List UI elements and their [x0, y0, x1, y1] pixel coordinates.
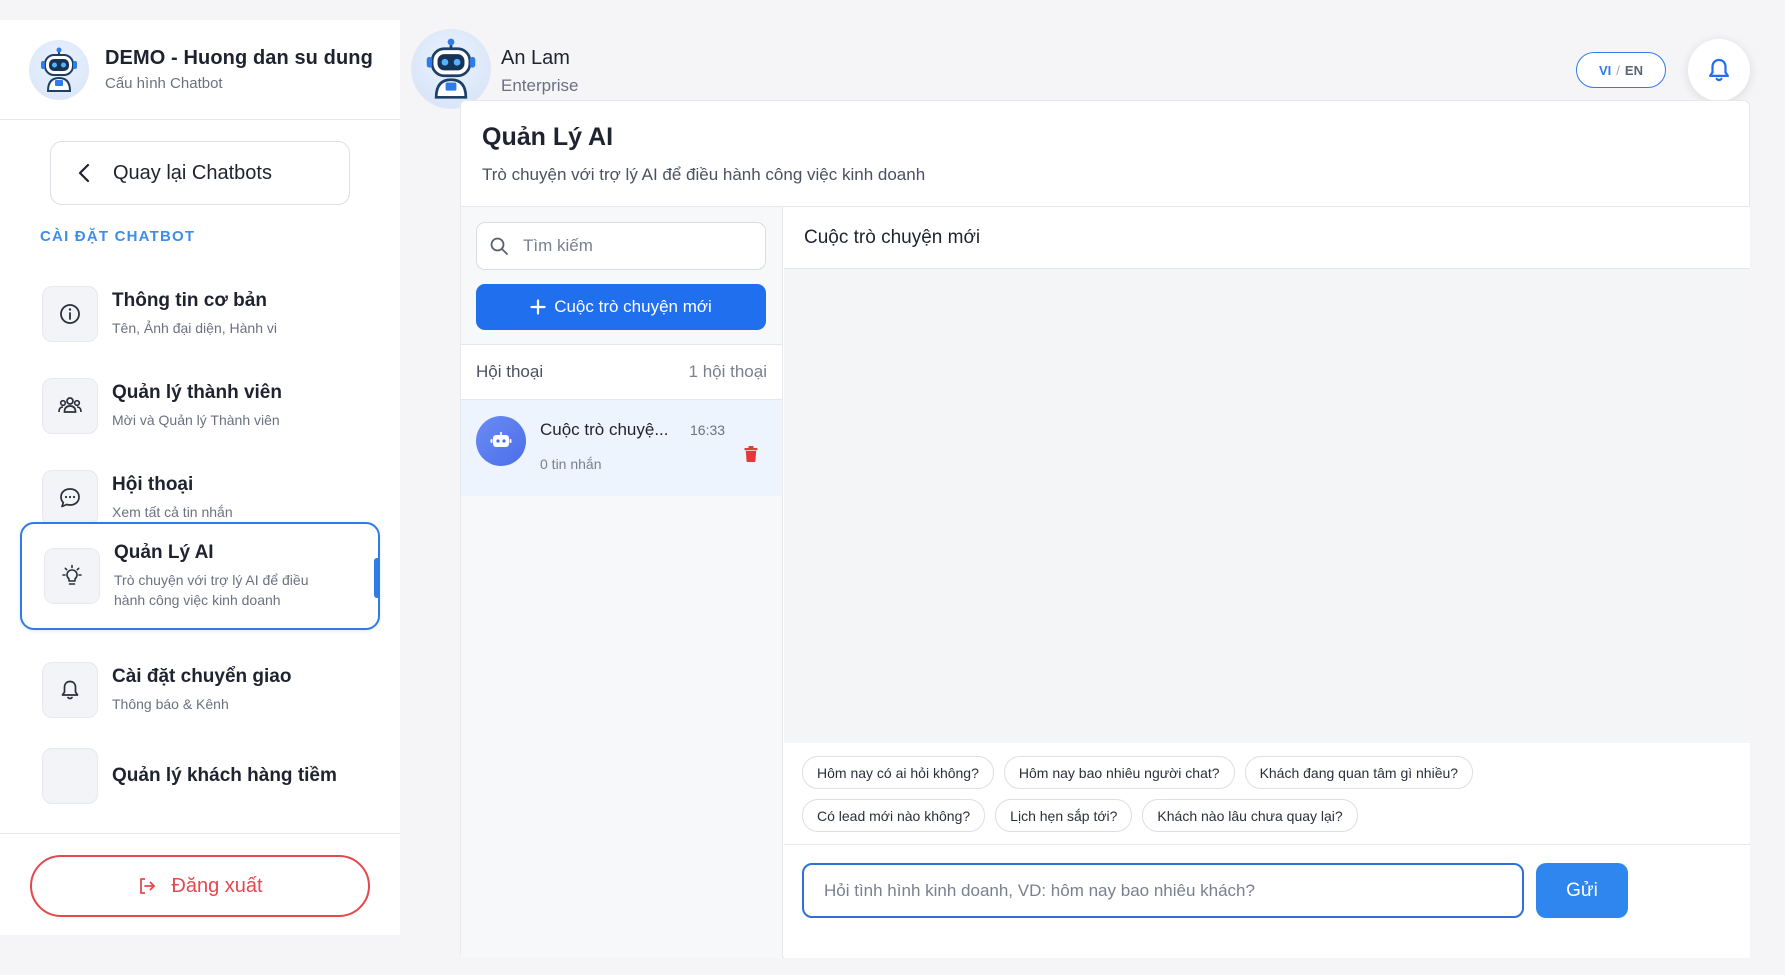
sidebar-footer: Đăng xuất	[0, 833, 400, 935]
user-avatar[interactable]	[411, 29, 491, 109]
suggestion-chip[interactable]: Lịch hẹn sắp tới?	[995, 799, 1133, 832]
sidebar-item-sub: Xem tất cả tin nhắn	[112, 504, 233, 520]
page-title: Quản Lý AI	[482, 123, 614, 151]
lang-separator: /	[1616, 62, 1620, 78]
main-card: Quản Lý AI Trò chuyện với trợ lý AI để đ…	[460, 100, 1750, 958]
chevron-left-icon	[78, 163, 90, 183]
conversation-list-header: Hội thoại 1 hội thoại	[461, 344, 782, 400]
chat-bubble-icon	[42, 470, 98, 526]
plus-icon	[530, 299, 546, 315]
lang-vi[interactable]: VI	[1599, 63, 1611, 78]
users-icon	[42, 378, 98, 434]
new-conversation-button[interactable]: Cuộc trò chuyện mới	[476, 284, 766, 330]
trash-icon	[744, 446, 758, 462]
chat-panel: Cuộc trò chuyện mới Hôm nay có ai hỏi kh…	[784, 207, 1750, 958]
bell-icon	[42, 662, 98, 718]
chat-messages-area	[784, 269, 1750, 743]
search-icon	[490, 237, 508, 255]
page-subtitle: Trò chuyện với trợ lý AI để điều hành cô…	[482, 165, 926, 184]
user-plan: Enterprise	[501, 76, 579, 95]
logout-button[interactable]: Đăng xuất	[30, 855, 370, 917]
lightbulb-icon	[44, 548, 100, 604]
notification-button[interactable]	[1688, 39, 1750, 101]
conversation-time: 16:33	[690, 422, 726, 438]
suggestion-chips: Hôm nay có ai hỏi không? Hôm nay bao nhi…	[784, 743, 1750, 843]
sidebar-nav: Thông tin cơ bản Tên, Ảnh đại diện, Hành…	[0, 230, 400, 850]
bot-subtitle: Cấu hình Chatbot	[105, 75, 223, 92]
conversation-count: 1 hội thoại	[688, 362, 767, 381]
sidebar-item-sub: Trò chuyện với trợ lý AI để điều hành cô…	[114, 572, 309, 608]
conversation-avatar	[476, 416, 526, 466]
chat-title: Cuộc trò chuyện mới	[804, 226, 981, 248]
conversation-list-item[interactable]: Cuộc trò chuyệ... 0 tin nhắn 16:33	[461, 400, 782, 496]
bot-avatar	[29, 39, 89, 100]
sidebar-item-sub: Mời và Quản lý Thành viên	[112, 412, 280, 428]
suggestion-chip[interactable]: Hôm nay bao nhiêu người chat?	[1003, 756, 1235, 789]
sidebar-item-label: Thông tin cơ bản	[112, 290, 267, 311]
sidebar-item-label: Cài đặt chuyển giao	[112, 666, 292, 687]
robot-icon	[426, 38, 476, 99]
sidebar-item-label: Quản lý khách hàng tiềm	[112, 765, 337, 786]
suggestion-chip[interactable]: Khách đang quan tâm gì nhiều?	[1244, 756, 1474, 789]
lang-en[interactable]: EN	[1625, 63, 1643, 78]
sidebar: DEMO - Huong dan su dung Cấu hình Chatbo…	[0, 20, 400, 935]
logout-label: Đăng xuất	[171, 874, 263, 897]
back-button-label: Quay lại Chatbots	[113, 161, 272, 184]
conversation-title: Cuộc trò chuyệ...	[540, 420, 669, 439]
search-input[interactable]	[523, 236, 743, 256]
suggestion-chip[interactable]: Hôm nay có ai hỏi không?	[802, 756, 994, 789]
new-conversation-label: Cuộc trò chuyện mới	[554, 297, 712, 316]
conversation-message-count: 0 tin nhắn	[540, 456, 602, 472]
sidebar-item-label: Quản lý thành viên	[112, 382, 282, 403]
user-name: An Lam	[501, 47, 570, 69]
send-button[interactable]: Gửi	[1536, 863, 1628, 918]
suggestion-chip[interactable]: Có lead mới nào không?	[802, 799, 986, 832]
chat-input[interactable]	[802, 863, 1524, 918]
chat-header: Cuộc trò chuyện mới	[784, 207, 1750, 269]
logout-icon	[140, 878, 156, 894]
language-toggle[interactable]: VI / EN	[1576, 52, 1666, 88]
sidebar-item-ai-manager[interactable]: Quản Lý AI Trò chuyện với trợ lý AI để đ…	[20, 522, 380, 630]
conversation-list-title: Hội thoại	[476, 362, 544, 381]
bell-icon	[1709, 58, 1729, 82]
back-to-chatbots-button[interactable]: Quay lại Chatbots	[50, 141, 350, 205]
delete-conversation-button[interactable]	[744, 446, 758, 467]
bot-icon	[490, 432, 512, 447]
chat-input-bar: Gửi	[784, 844, 1750, 958]
conversation-list-panel: Cuộc trò chuyện mới Hội thoại 1 hội thoạ…	[461, 207, 783, 958]
sidebar-item-sub: Thông báo & Kênh	[112, 696, 229, 712]
sidebar-item-sub: Tên, Ảnh đại diện, Hành vi	[112, 320, 277, 336]
suggestion-chip[interactable]: Khách nào lâu chưa quay lại?	[1142, 799, 1358, 832]
sidebar-header: DEMO - Huong dan su dung Cấu hình Chatbo…	[0, 20, 400, 120]
suggestion-row: Có lead mới nào không? Lịch hẹn sắp tới?…	[802, 799, 1750, 832]
robot-icon	[41, 47, 77, 92]
sidebar-item-label: Quản Lý AI	[114, 542, 214, 563]
sidebar-item-label: Hội thoại	[112, 474, 194, 495]
bot-name: DEMO - Huong dan su dung	[105, 47, 373, 69]
info-icon	[42, 286, 98, 342]
suggestion-row: Hôm nay có ai hỏi không? Hôm nay bao nhi…	[802, 756, 1750, 789]
search-box[interactable]	[476, 222, 766, 270]
sidebar-item-leads[interactable]: Quản lý khách hàng tiềm	[20, 722, 380, 830]
users-icon	[42, 748, 98, 804]
